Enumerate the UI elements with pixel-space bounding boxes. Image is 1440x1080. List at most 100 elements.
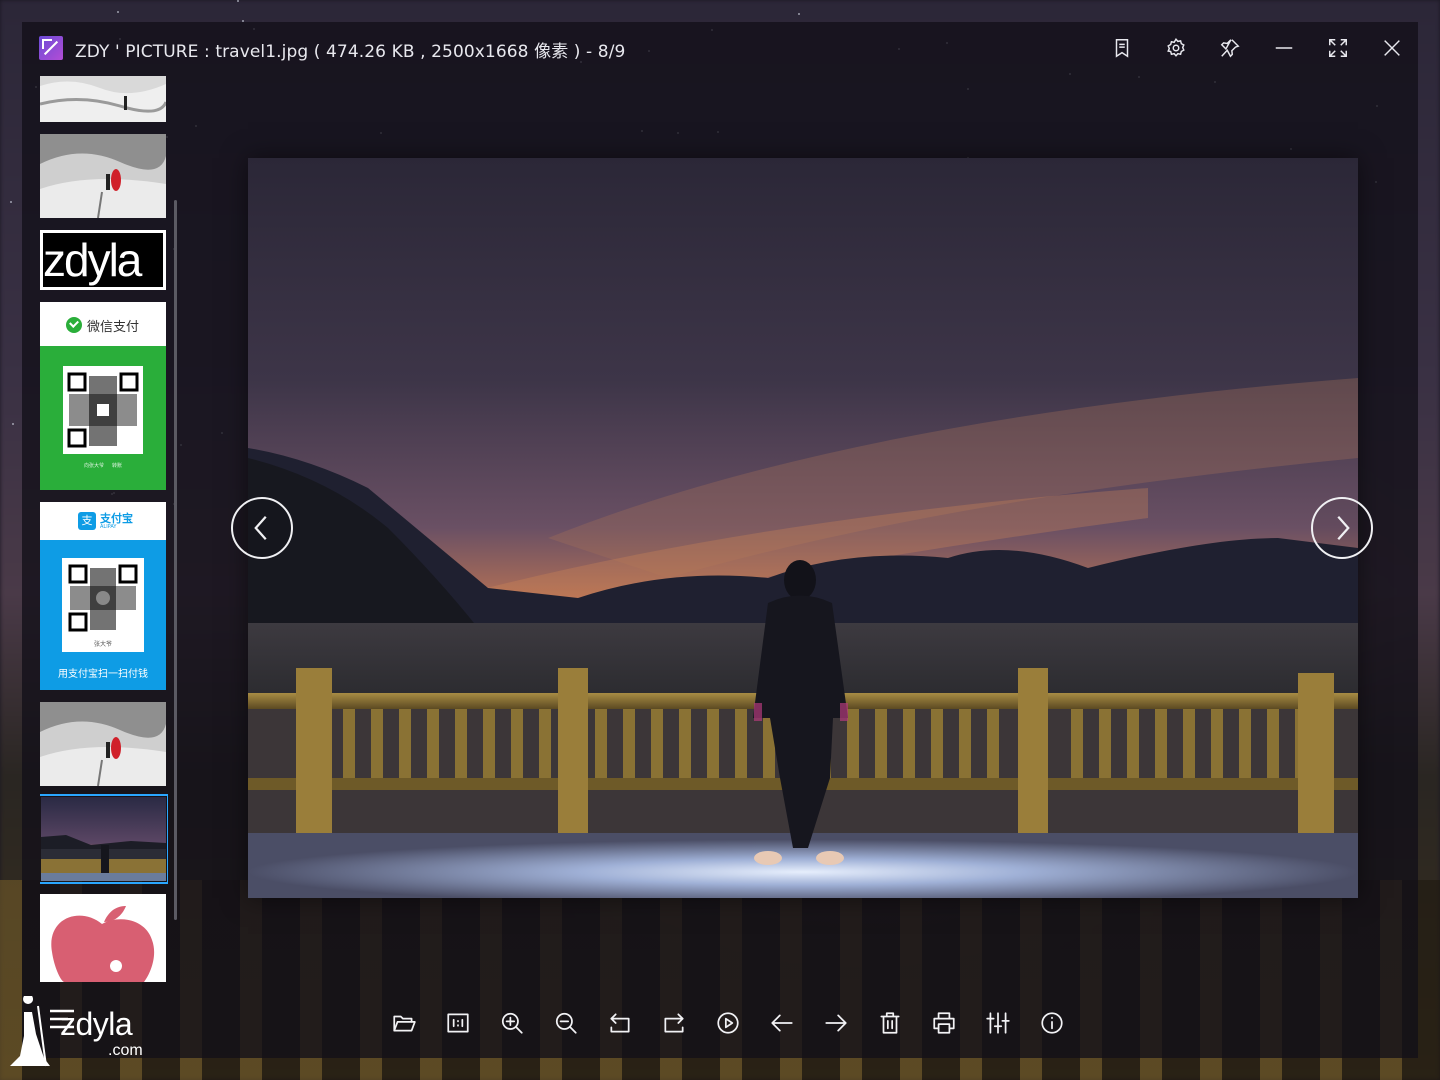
actual-size-button[interactable]: [431, 1002, 485, 1044]
railing-baluster: [875, 709, 887, 778]
railing-baluster: [539, 709, 551, 778]
chevron-right-icon: [1337, 516, 1350, 540]
alipay-caption: 用支付宝扫一扫付钱: [58, 669, 148, 680]
railing-baluster: [847, 709, 859, 778]
rotate-right-button[interactable]: [647, 1002, 701, 1044]
previous-image-button[interactable]: [231, 497, 293, 559]
railing-baluster: [1267, 709, 1279, 778]
thumbnail-snow-image: [40, 76, 166, 122]
railing-baluster: [651, 709, 663, 778]
next-button[interactable]: [809, 1002, 863, 1044]
star-dot: [798, 13, 800, 15]
brand-watermark: zdyla .com: [10, 996, 160, 1070]
railing-baluster: [1211, 709, 1223, 778]
open-folder-button[interactable]: [377, 1002, 431, 1044]
close-icon: [1384, 40, 1400, 56]
main-photo[interactable]: [248, 158, 1358, 898]
railing-baluster: [1071, 709, 1083, 778]
railing-baluster: [707, 709, 719, 778]
railing-baluster: [623, 709, 635, 778]
railing-baluster: [455, 709, 467, 778]
rotate-left-icon: [610, 1013, 630, 1033]
slideshow-button[interactable]: [701, 1002, 755, 1044]
bottom-toolbar: [377, 1002, 1079, 1044]
wechat-pay-label: 微信支付: [87, 320, 140, 335]
zoom-out-button[interactable]: [539, 1002, 593, 1044]
info-button[interactable]: [1025, 1002, 1079, 1044]
star-dot: [237, 0, 239, 2]
railing-baluster: [903, 709, 915, 778]
print-button[interactable]: [917, 1002, 971, 1044]
viewer-window: ZDY ' PICTURE : travel1.jpg ( 474.26 KB …: [22, 22, 1418, 1058]
gear-icon: [1167, 38, 1185, 57]
minimize-button[interactable]: [1267, 32, 1301, 64]
rotate-left-button[interactable]: [593, 1002, 647, 1044]
railing-baluster: [483, 709, 495, 778]
brand-domain: .com: [108, 1042, 143, 1059]
zoom-in-button[interactable]: [485, 1002, 539, 1044]
railing-baluster: [343, 709, 355, 778]
railing-baluster: [959, 709, 971, 778]
alipay-header: 支 支付宝 ALIPAY: [40, 502, 166, 540]
thumbnail-text-logo: zdyla: [43, 233, 163, 287]
next-image-button[interactable]: [1311, 497, 1373, 559]
delete-icon: [880, 1012, 900, 1034]
fullscreen-button[interactable]: [1321, 32, 1355, 64]
railing-baluster: [679, 709, 691, 778]
actual-size-icon: [447, 1013, 469, 1033]
thumbnail-desert-image: [40, 134, 166, 218]
bookmark-icon: [1115, 39, 1129, 58]
alipay-name: 张大爷: [93, 641, 112, 648]
slideshow-play-icon: [717, 1012, 739, 1034]
railing-baluster: [1127, 709, 1139, 778]
railing-baluster: [511, 709, 523, 778]
wechat-header: 微信支付: [40, 302, 166, 346]
wechat-check-icon: [66, 317, 82, 333]
railing-baluster: [987, 709, 999, 778]
thumbnail-item[interactable]: [40, 702, 166, 786]
delete-button[interactable]: [863, 1002, 917, 1044]
wechat-qr-code: [63, 366, 143, 454]
chevron-left-icon: [254, 516, 267, 540]
thumbnail-item[interactable]: [40, 76, 166, 122]
star-dot: [117, 11, 119, 13]
open-folder-icon: [393, 1015, 416, 1032]
thumbnail-item-selected[interactable]: [40, 794, 168, 884]
railing-baluster: [371, 709, 383, 778]
adjust-sliders-icon: [986, 1012, 1010, 1034]
thumbnail-item[interactable]: [40, 134, 166, 218]
thumbnail-strip[interactable]: zdyla 微信支付 向张大爷 转账 支 支付宝 ALIPAY 张大爷 用支付宝…: [40, 76, 168, 982]
thumbnail-item[interactable]: zdyla: [40, 230, 166, 290]
thumbnail-apple-image: [51, 906, 155, 982]
railing-baluster: [1239, 709, 1251, 778]
thumbnail-scrollbar[interactable]: [174, 200, 177, 920]
thumbnail-item[interactable]: 微信支付 向张大爷 转账: [40, 302, 166, 490]
thumbnail-item[interactable]: [40, 894, 166, 982]
night-lake-photo: [248, 158, 1358, 898]
previous-arrow-icon: [771, 1014, 793, 1032]
zoom-in-icon: [501, 1012, 523, 1034]
app-logo-icon: [39, 36, 63, 60]
railing-baluster: [1099, 709, 1111, 778]
window-title: ZDY ' PICTURE : travel1.jpg ( 474.26 KB …: [75, 42, 626, 62]
previous-button[interactable]: [755, 1002, 809, 1044]
alipay-logo-icon: 支: [78, 512, 96, 530]
title-bar[interactable]: ZDY ' PICTURE : travel1.jpg ( 474.26 KB …: [22, 22, 1418, 74]
wechat-caption: 向张大爷 转账: [84, 463, 122, 469]
zoom-out-icon: [555, 1012, 577, 1034]
railing-baluster: [595, 709, 607, 778]
alipay-qr-code: 张大爷: [62, 558, 144, 652]
close-button[interactable]: [1375, 32, 1409, 64]
minimize-icon: [1275, 47, 1293, 49]
thumbnail-item[interactable]: 支 支付宝 ALIPAY 张大爷 用支付宝扫一扫付钱: [40, 502, 166, 690]
railing-baluster: [1155, 709, 1167, 778]
adjust-button[interactable]: [971, 1002, 1025, 1044]
railing-baluster: [931, 709, 943, 778]
info-icon: [1041, 1012, 1063, 1034]
railing-baluster: [1183, 709, 1195, 778]
thumbnail-night-lake-image: [41, 797, 166, 881]
bookmark-button[interactable]: [1105, 32, 1139, 64]
settings-button[interactable]: [1159, 32, 1193, 64]
star-dot: [12, 423, 14, 425]
pin-button[interactable]: [1213, 32, 1247, 64]
